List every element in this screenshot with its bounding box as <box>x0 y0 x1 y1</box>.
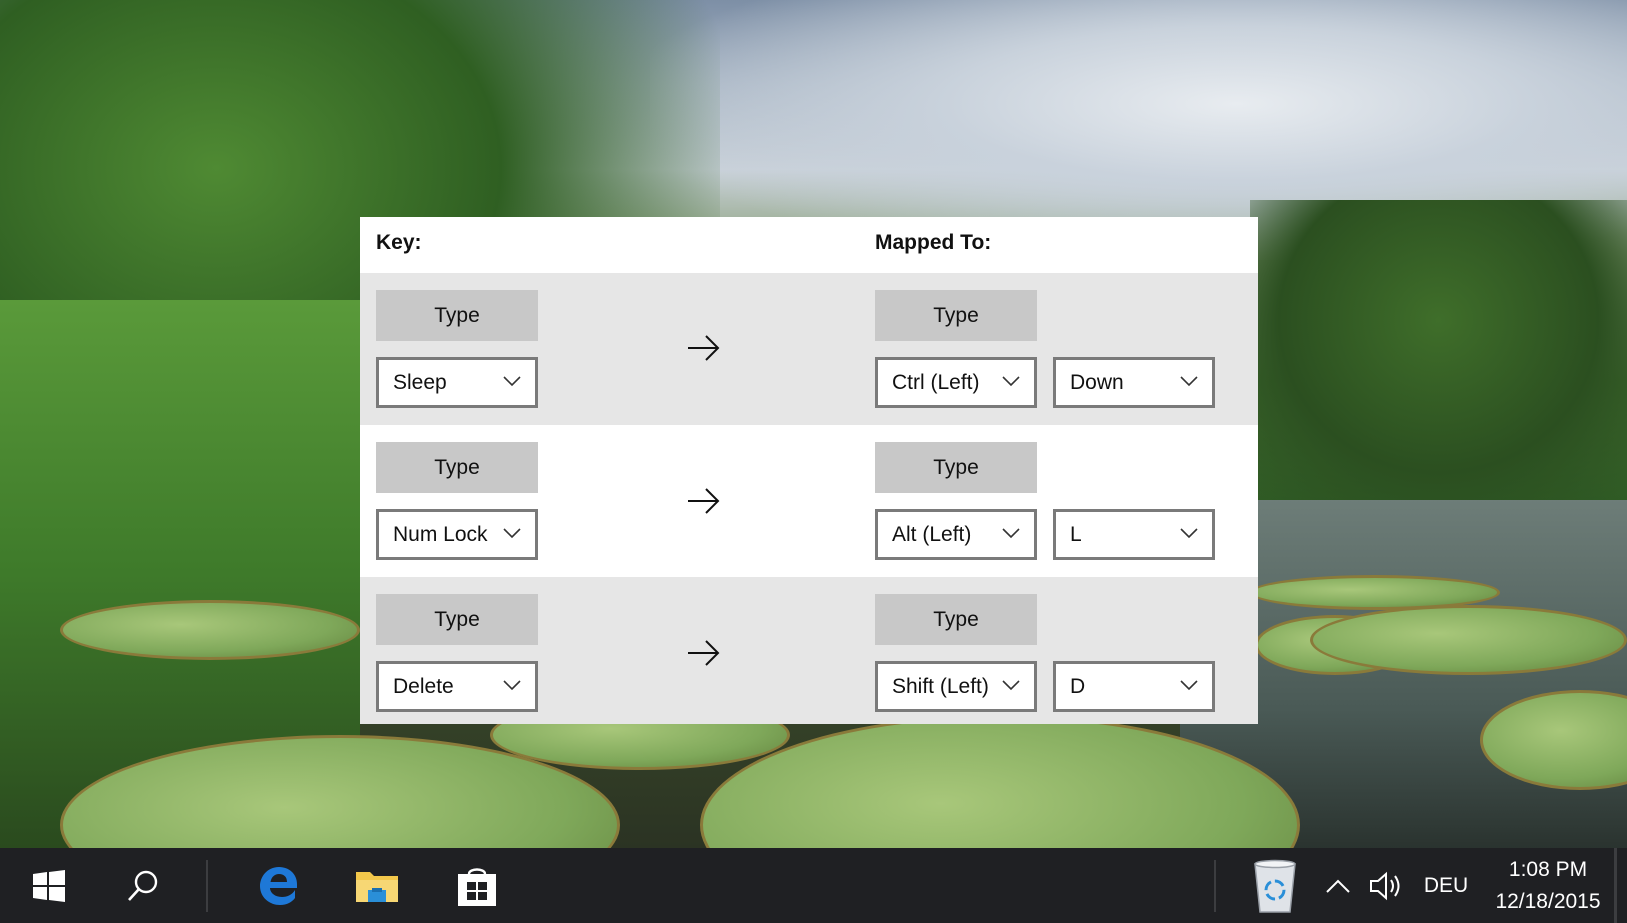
modifier-dropdown[interactable]: Ctrl (Left) <box>875 357 1037 408</box>
windows-start-icon <box>33 869 65 902</box>
chevron-down-icon <box>1002 680 1020 691</box>
arrow-right-icon <box>688 488 720 514</box>
modifier-dropdown-value: Ctrl (Left) <box>892 370 980 394</box>
mapped-key-dropdown[interactable]: L <box>1053 509 1215 560</box>
show-desktop-button[interactable] <box>1614 848 1617 923</box>
modifier-dropdown-value: Alt (Left) <box>892 522 972 546</box>
chevron-down-icon <box>1180 528 1198 539</box>
search-button[interactable] <box>108 848 178 923</box>
mapped-key-dropdown-value: D <box>1070 674 1086 698</box>
mapped-key-dropdown-value: L <box>1070 522 1082 546</box>
key-dropdown-value: Sleep <box>393 370 447 394</box>
mapped-key-dropdown[interactable]: Down <box>1053 357 1215 408</box>
taskbar-separator <box>206 860 208 912</box>
key-type-button[interactable]: Type <box>376 442 538 493</box>
edge-browser-button[interactable] <box>244 848 314 923</box>
modifier-dropdown-value: Shift (Left) <box>892 674 989 698</box>
clock-time: 1:08 PM <box>1508 858 1588 881</box>
chevron-down-icon <box>1002 376 1020 387</box>
mapped-type-button[interactable]: Type <box>875 442 1037 493</box>
edge-browser-icon <box>260 866 297 905</box>
volume-icon <box>1370 871 1400 900</box>
mapping-row: Type Sleep Type Ctrl (Left) Down <box>360 273 1258 425</box>
arrow-right-icon <box>688 640 720 666</box>
recycle-bin-button[interactable] <box>1240 848 1310 923</box>
volume-button[interactable] <box>1362 848 1412 923</box>
start-button[interactable] <box>14 848 84 923</box>
mapped-type-button[interactable]: Type <box>875 594 1037 645</box>
store-button[interactable] <box>442 848 512 923</box>
lily-pad <box>1310 605 1627 675</box>
modifier-dropdown[interactable]: Shift (Left) <box>875 661 1037 712</box>
system-clock[interactable]: 1:08 PM 12/18/2015 <box>1478 854 1618 918</box>
key-dropdown[interactable]: Sleep <box>376 357 538 408</box>
key-dropdown-value: Num Lock <box>393 522 488 546</box>
mapped-key-dropdown[interactable]: D <box>1053 661 1215 712</box>
taskbar-separator <box>1214 860 1216 912</box>
chevron-down-icon <box>1180 376 1198 387</box>
search-icon <box>128 870 158 901</box>
key-type-button[interactable]: Type <box>376 594 538 645</box>
key-type-button[interactable]: Type <box>376 290 538 341</box>
store-icon <box>458 867 496 906</box>
chevron-down-icon <box>1002 528 1020 539</box>
mapping-row: Type Num Lock Type Alt (Left) L <box>360 425 1258 577</box>
file-explorer-button[interactable] <box>342 848 412 923</box>
taskbar: DEU 1:08 PM 12/18/2015 <box>0 848 1627 923</box>
key-dropdown[interactable]: Num Lock <box>376 509 538 560</box>
chevron-up-icon <box>1326 879 1350 893</box>
key-column-header: Key: <box>376 231 422 254</box>
mapping-row: Type Delete Type Shift (Left) D <box>360 577 1258 724</box>
panel-header: Key: Mapped To: <box>360 217 1258 273</box>
arrow-right-icon <box>688 335 720 361</box>
recycle-bin-icon <box>1254 859 1296 913</box>
chevron-down-icon <box>1180 680 1198 691</box>
lily-pad <box>60 600 360 660</box>
chevron-down-icon <box>503 376 521 387</box>
chevron-down-icon <box>503 528 521 539</box>
mapped-type-button[interactable]: Type <box>875 290 1037 341</box>
mapped-to-column-header: Mapped To: <box>875 231 992 254</box>
show-hidden-icons-button[interactable] <box>1318 848 1358 923</box>
wallpaper-trees-right <box>1250 200 1627 500</box>
key-mapping-panel: Key: Mapped To: Type Sleep Type Ctrl (Le… <box>360 217 1258 724</box>
modifier-dropdown[interactable]: Alt (Left) <box>875 509 1037 560</box>
clock-date: 12/18/2015 <box>1495 890 1601 913</box>
file-explorer-icon <box>356 871 398 902</box>
key-dropdown[interactable]: Delete <box>376 661 538 712</box>
input-language-indicator[interactable]: DEU <box>1418 848 1474 923</box>
key-dropdown-value: Delete <box>393 674 454 698</box>
chevron-down-icon <box>503 680 521 691</box>
mapped-key-dropdown-value: Down <box>1070 370 1124 394</box>
